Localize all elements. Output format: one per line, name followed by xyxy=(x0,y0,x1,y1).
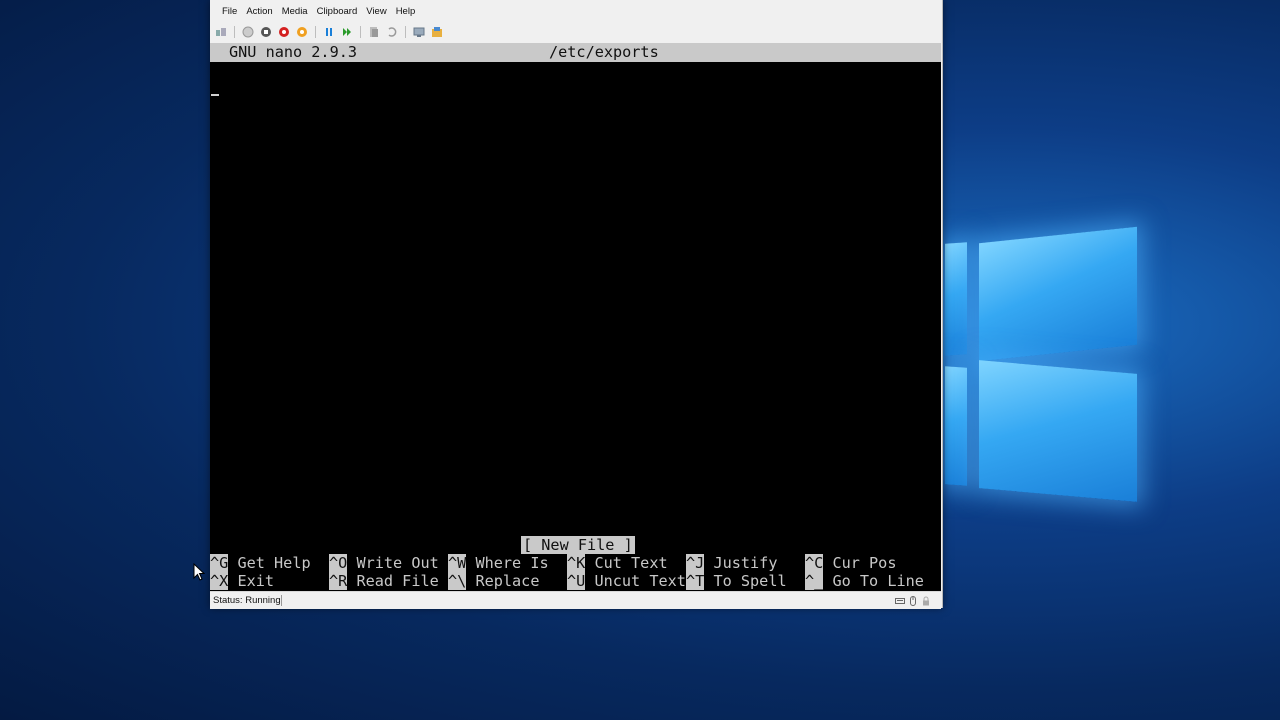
nano-status-message: [ New File ] xyxy=(521,536,635,554)
share-icon[interactable] xyxy=(430,25,444,39)
ctrl-alt-del-icon[interactable] xyxy=(214,25,228,39)
shortcut-write-out[interactable]: ^O Write Out xyxy=(329,554,439,572)
shortcut-row-1: ^G Get Help ^O Write Out ^W Where Is ^K … xyxy=(210,554,941,572)
pause-icon[interactable] xyxy=(322,25,336,39)
menu-view[interactable]: View xyxy=(364,3,393,21)
shortcut-cut-text[interactable]: ^K Cut Text xyxy=(567,554,668,572)
menu-media[interactable]: Media xyxy=(280,3,315,21)
text-cursor xyxy=(211,94,219,96)
lock-icon xyxy=(921,595,931,612)
nano-filename: /etc/exports xyxy=(549,43,659,61)
nano-version: GNU nano 2.9.3 xyxy=(229,43,358,61)
toolbar-divider xyxy=(405,26,406,38)
menu-help[interactable]: Help xyxy=(394,3,423,21)
shortcut-go-to-line[interactable]: ^_ Go To Line xyxy=(805,572,924,590)
status-divider xyxy=(281,595,282,606)
menu-clipboard[interactable]: Clipboard xyxy=(315,3,365,21)
terminal-screen[interactable]: GNU nano 2.9.3 /etc/exports [ New File ]… xyxy=(210,43,941,591)
turn-off-icon[interactable] xyxy=(259,25,273,39)
keyboard-icon xyxy=(895,595,905,612)
menu-bar: File Action Media Clipboard View Help xyxy=(210,3,422,21)
windows-logo xyxy=(945,215,1145,515)
shortcut-cur-pos[interactable]: ^C Cur Pos xyxy=(805,554,896,572)
shortcut-row-2: ^X Exit ^R Read File ^\ Replace ^U Uncut… xyxy=(210,572,941,590)
save-icon[interactable] xyxy=(295,25,309,39)
menu-action[interactable]: Action xyxy=(244,3,279,21)
vm-status-text: Status: Running xyxy=(213,595,281,606)
menu-file[interactable]: File xyxy=(210,3,244,21)
revert-icon[interactable] xyxy=(385,25,399,39)
mouse-icon xyxy=(908,595,918,612)
shortcut-get-help[interactable]: ^G Get Help xyxy=(210,554,311,572)
toolbar xyxy=(214,24,444,40)
toolbar-divider xyxy=(234,26,235,38)
shut-down-icon[interactable] xyxy=(277,25,291,39)
toolbar-divider xyxy=(315,26,316,38)
checkpoint-icon[interactable] xyxy=(367,25,381,39)
shortcut-to-spell[interactable]: ^T To Spell xyxy=(686,572,787,590)
toolbar-divider xyxy=(360,26,361,38)
shortcut-where-is[interactable]: ^W Where Is xyxy=(448,554,549,572)
vm-status-bar: Status: Running xyxy=(210,591,941,609)
nano-title-bar: GNU nano 2.9.3 /etc/exports xyxy=(210,43,941,62)
status-tray xyxy=(895,595,931,612)
enhanced-session-icon[interactable] xyxy=(412,25,426,39)
shortcut-replace[interactable]: ^\ Replace xyxy=(448,572,539,590)
shortcut-exit[interactable]: ^X Exit xyxy=(210,572,274,590)
vm-connection-window: File Action Media Clipboard View Help GN… xyxy=(210,0,943,609)
mouse-cursor-icon xyxy=(193,562,206,581)
reset-icon[interactable] xyxy=(340,25,354,39)
shortcut-read-file[interactable]: ^R Read File xyxy=(329,572,439,590)
shortcut-justify[interactable]: ^J Justify xyxy=(686,554,777,572)
start-icon[interactable] xyxy=(241,25,255,39)
shortcut-uncut-text[interactable]: ^U Uncut Text xyxy=(567,572,686,590)
